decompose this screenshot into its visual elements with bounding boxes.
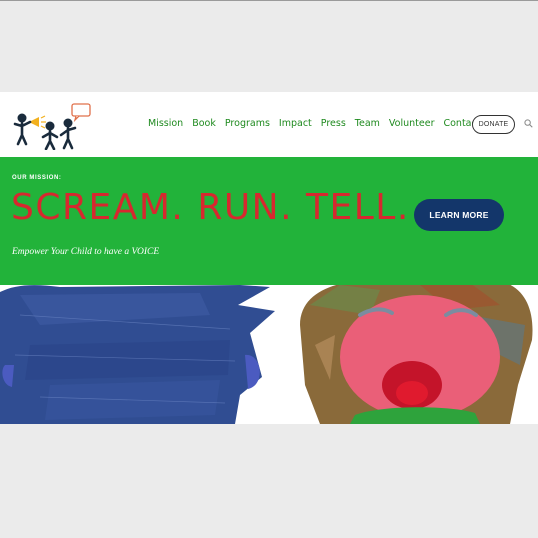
logo-figures-icon[interactable]: [8, 102, 96, 150]
site-header: Mission Book Programs Impact Press Team …: [0, 92, 538, 157]
blue-head-illustration: [0, 285, 275, 424]
hero-eyebrow: OUR MISSION:: [12, 175, 62, 181]
donate-button[interactable]: DONATE: [472, 115, 515, 134]
nav-mission[interactable]: Mission: [148, 118, 183, 129]
search-icon[interactable]: [524, 119, 533, 128]
nav-impact[interactable]: Impact: [279, 118, 312, 129]
megaphone-icon: [31, 115, 46, 129]
window-top-border: [0, 0, 538, 1]
learn-more-button[interactable]: LEARN MORE: [414, 199, 504, 231]
hero-banner: OUR MISSION: SCREAM. RUN. TELL. LEARN MO…: [0, 157, 538, 285]
nav-programs[interactable]: Programs: [225, 118, 270, 129]
speech-bubble-icon: [71, 103, 91, 123]
screaming-child-illustration: [300, 285, 533, 424]
hero-illustration: [0, 285, 533, 424]
website: Mission Book Programs Impact Press Team …: [0, 92, 538, 424]
hero-tagline: Empower Your Child to have a VOICE: [12, 247, 160, 257]
main-nav: Mission Book Programs Impact Press Team …: [148, 118, 489, 129]
nav-book[interactable]: Book: [192, 118, 216, 129]
nav-team[interactable]: Team: [355, 118, 380, 129]
nav-press[interactable]: Press: [321, 118, 346, 129]
nav-volunteer[interactable]: Volunteer: [389, 118, 435, 129]
hero-headline: SCREAM. RUN. TELL.: [11, 187, 410, 228]
